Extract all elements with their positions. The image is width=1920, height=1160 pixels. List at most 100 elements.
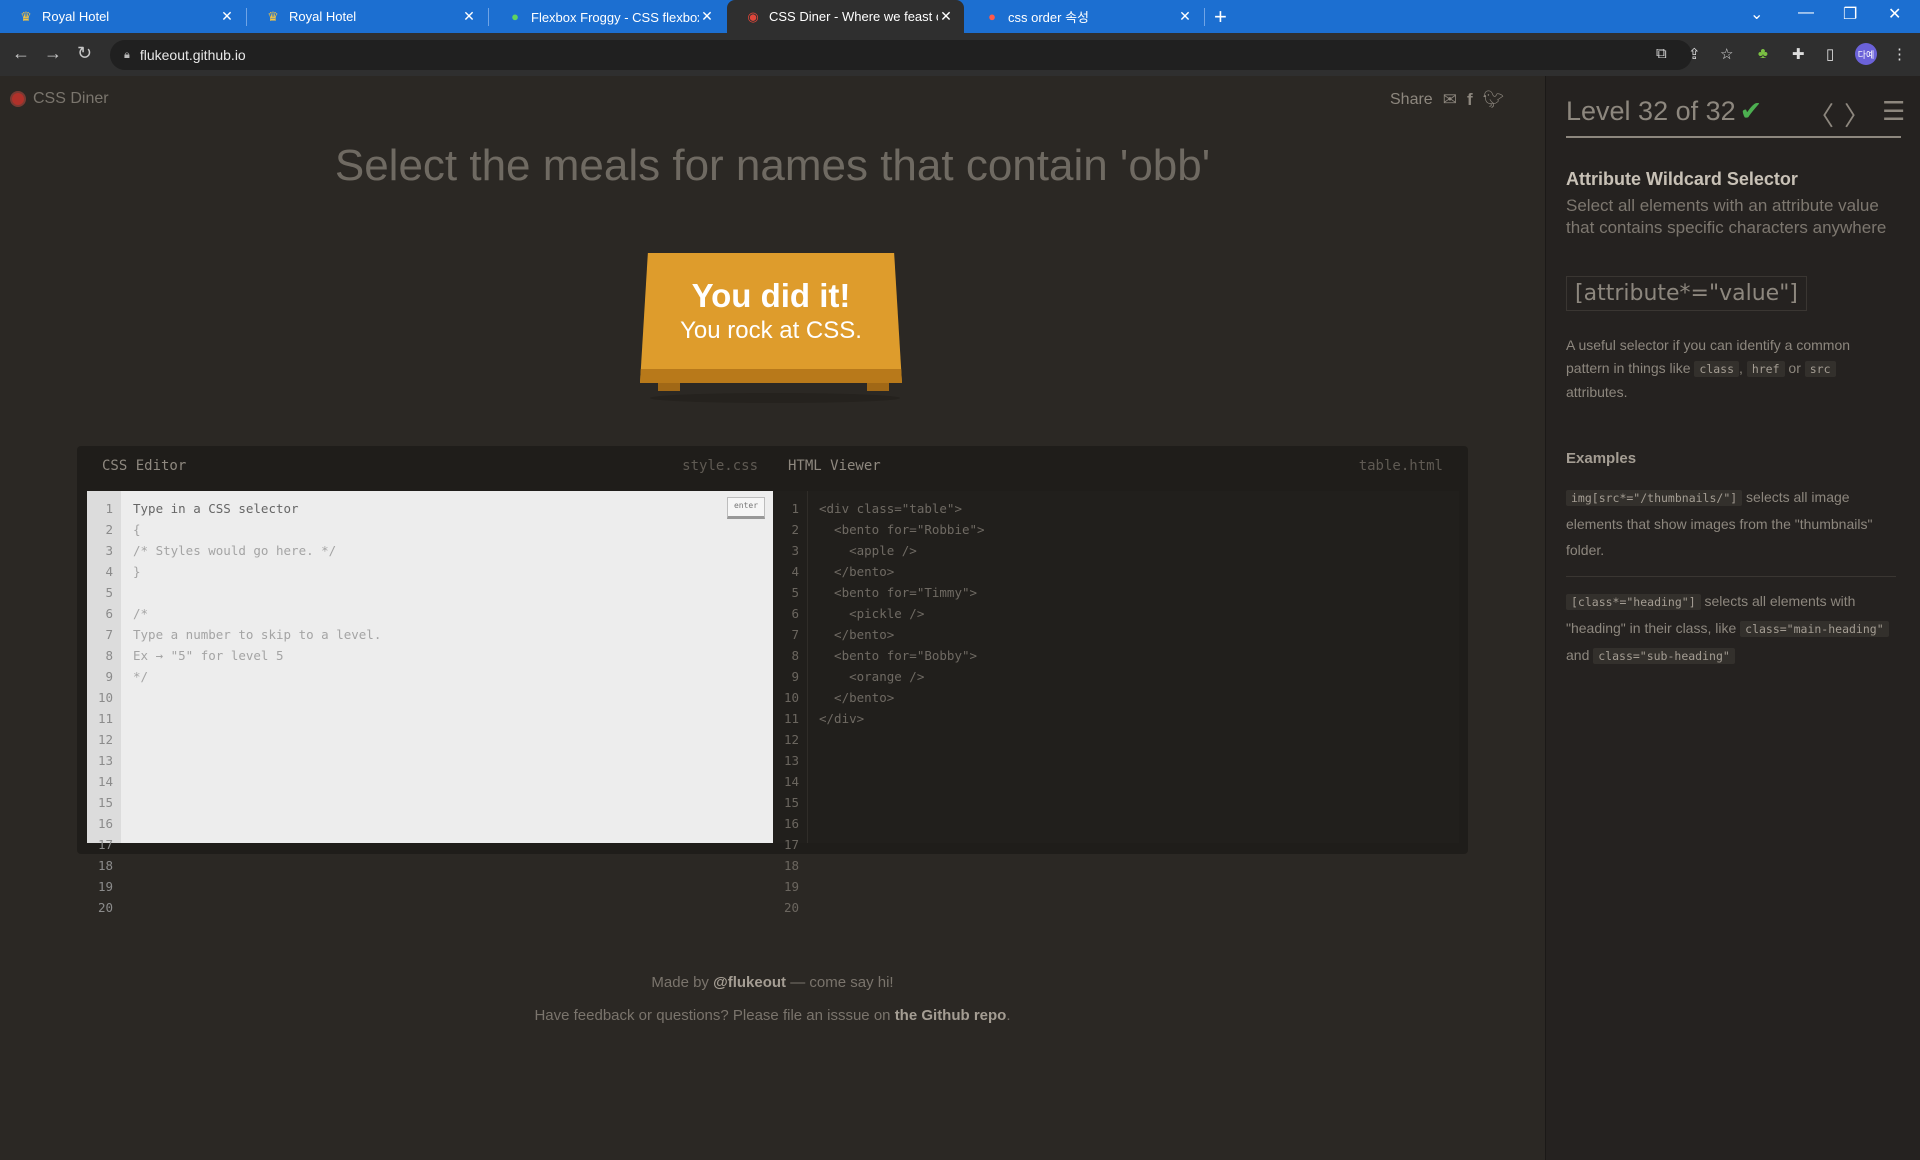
css-file-name: style.css bbox=[682, 458, 758, 474]
code-line: /* Styles would go here. */ bbox=[133, 543, 337, 558]
close-window-icon[interactable]: ✕ bbox=[1888, 4, 1901, 24]
css-diner-icon: ◉ bbox=[747, 8, 759, 24]
code-line: </bento> bbox=[819, 564, 895, 579]
css-code[interactable]: Type in a CSS selector { /* Styles would g… bbox=[133, 498, 381, 687]
url-bar[interactable]: 🔒︎ flukeout.github.io bbox=[110, 40, 1692, 70]
close-tab-icon[interactable]: ✕ bbox=[461, 8, 477, 25]
level-indicator: Level 32 of 32 ✔ bbox=[1566, 96, 1762, 127]
css-line-numbers: 1 2 3 4 5 6 7 8 9 10 11 12 13 14 15 16 17 18 19 20 bbox=[87, 491, 121, 915]
win-message: You did it! You rock at CSS. bbox=[640, 253, 902, 383]
crown-icon: ♛ bbox=[267, 8, 279, 24]
code-line: /* bbox=[133, 606, 149, 621]
level-menu-icon[interactable]: ☰ bbox=[1882, 96, 1905, 127]
css-input-area[interactable]: 1 2 3 4 5 6 7 8 9 10 11 12 13 14 15 16 17 18 19 20 Type in … bbox=[87, 491, 773, 915]
line-number: 12 bbox=[97, 732, 113, 747]
forward-icon[interactable]: → bbox=[44, 43, 62, 64]
line-number: 3 bbox=[105, 543, 113, 558]
profile-avatar[interactable]: 다예 bbox=[1855, 43, 1877, 65]
line-number: 11 bbox=[97, 711, 113, 726]
line-number: 4 bbox=[791, 564, 799, 579]
code-line: { bbox=[133, 522, 141, 537]
line-number: 17 bbox=[97, 837, 113, 852]
editor-panel: CSS Editor style.css HTML Viewer table.h… bbox=[77, 446, 1468, 915]
reload-icon[interactable]: ↻ bbox=[77, 43, 92, 64]
browser-tab[interactable]: ● Flexbox Froggy - CSS flexbox 배 ✕ bbox=[489, 0, 725, 33]
code-line: <bento for="Timmy"> bbox=[819, 585, 978, 600]
line-number: 10 bbox=[783, 690, 799, 705]
tab-title: Flexbox Froggy - CSS flexbox 배 bbox=[531, 10, 699, 25]
close-tab-icon[interactable]: ✕ bbox=[699, 8, 715, 25]
hint-code: class bbox=[1694, 361, 1740, 377]
app-logo[interactable]: CSS Diner bbox=[10, 90, 109, 108]
table-shadow bbox=[650, 393, 900, 403]
back-icon[interactable]: ← bbox=[12, 43, 30, 64]
footer-text: Have feedback or questions? Please file … bbox=[534, 1007, 895, 1024]
line-number: 8 bbox=[791, 648, 799, 663]
email-icon[interactable]: ✉ bbox=[1443, 90, 1457, 110]
extension-icon[interactable]: ♣ bbox=[1758, 45, 1768, 62]
code-line: <pickle /> bbox=[819, 606, 925, 621]
html-file-name: table.html bbox=[1358, 458, 1443, 474]
close-tab-icon[interactable]: ✕ bbox=[938, 8, 954, 25]
close-tab-icon[interactable]: ✕ bbox=[1177, 8, 1193, 25]
code-line: </bento> bbox=[819, 627, 895, 642]
tab-search-icon[interactable]: ⌄ bbox=[1750, 4, 1763, 24]
level-progress bbox=[1566, 136, 1901, 138]
translate-icon[interactable]: ⧉ bbox=[1656, 45, 1667, 62]
line-number: 1 bbox=[105, 501, 113, 516]
example-code: [class*="heading"] bbox=[1566, 594, 1701, 610]
next-level-icon[interactable]: 〉 bbox=[1844, 96, 1870, 133]
line-number: 16 bbox=[97, 816, 113, 831]
code-line: Type in a CSS selector bbox=[133, 501, 299, 516]
win-line-2: You rock at CSS. bbox=[680, 317, 862, 344]
css-editor-title: CSS Editor bbox=[102, 458, 187, 474]
footer-made-by: Made by @flukeout — come say hi! bbox=[0, 974, 1545, 991]
line-number: 7 bbox=[105, 627, 113, 642]
example-2: [class*="heading"] selects all elements … bbox=[1566, 588, 1896, 669]
close-tab-icon[interactable]: ✕ bbox=[219, 8, 235, 25]
share-page-icon[interactable]: ⇪ bbox=[1688, 45, 1701, 63]
browser-tab[interactable]: ♛ Royal Hotel ✕ bbox=[247, 0, 487, 33]
minimize-icon[interactable]: — bbox=[1798, 4, 1814, 22]
tab-title: Royal Hotel bbox=[42, 9, 110, 24]
line-number: 18 bbox=[783, 858, 799, 873]
line-number: 1 bbox=[791, 501, 799, 516]
example-1: img[src*="/thumbnails/"] selects all ima… bbox=[1566, 484, 1896, 563]
flukeout-link[interactable]: @flukeout bbox=[713, 974, 786, 991]
win-line-1: You did it! bbox=[691, 277, 851, 314]
level-sidebar: Level 32 of 32 ✔ 〈 〉 ☰ Attribute Wildcard… bbox=[1545, 76, 1920, 1160]
tab-title: css order 속성 bbox=[1008, 10, 1089, 25]
code-line: } bbox=[133, 564, 141, 579]
line-number: 10 bbox=[97, 690, 113, 705]
browser-tab[interactable]: ♛ Royal Hotel ✕ bbox=[0, 0, 245, 33]
code-line: <apple /> bbox=[819, 543, 917, 558]
line-number: 14 bbox=[97, 774, 113, 789]
html-viewer-title: HTML Viewer bbox=[788, 458, 881, 474]
browser-tab-active[interactable]: ◉ CSS Diner - Where we feast on ✕ bbox=[727, 0, 964, 33]
selector-description: Select all elements with an attribute va… bbox=[1566, 196, 1887, 237]
github-repo-link[interactable]: the Github repo bbox=[895, 1007, 1007, 1024]
menu-kebab-icon[interactable]: ⋮ bbox=[1892, 45, 1907, 63]
example-code: class="sub-heading" bbox=[1593, 648, 1735, 664]
line-number: 13 bbox=[783, 753, 799, 768]
facebook-icon[interactable]: f bbox=[1467, 90, 1473, 110]
table-leg bbox=[658, 383, 680, 391]
enter-button[interactable]: enter bbox=[727, 497, 765, 519]
twitter-icon[interactable]: 🐦︎ bbox=[1483, 90, 1505, 110]
example-text: and bbox=[1566, 647, 1594, 663]
html-line-numbers: 1 2 3 4 5 6 7 8 9 10 11 12 13 14 15 16 17 18 19 20 bbox=[773, 491, 808, 915]
tab-title: CSS Diner - Where we feast on bbox=[769, 9, 938, 24]
restore-icon[interactable]: ❐ bbox=[1843, 4, 1857, 24]
hint-text: , bbox=[1739, 360, 1747, 376]
new-tab-icon[interactable]: + bbox=[1214, 4, 1227, 30]
bookmark-star-icon[interactable]: ☆ bbox=[1720, 45, 1733, 63]
line-number: 8 bbox=[105, 648, 113, 663]
previous-level-icon[interactable]: 〈 bbox=[1808, 96, 1834, 133]
line-number: 3 bbox=[791, 543, 799, 558]
extensions-puzzle-icon[interactable]: ✚ bbox=[1792, 45, 1805, 63]
code-line: </div> bbox=[819, 711, 865, 726]
line-number: 17 bbox=[783, 837, 799, 852]
side-panel-icon[interactable]: ▯ bbox=[1826, 45, 1834, 63]
share-bar: Share ✉ f 🐦︎ bbox=[1390, 90, 1504, 110]
browser-tab[interactable]: ● css order 속성 ✕ bbox=[966, 0, 1203, 33]
